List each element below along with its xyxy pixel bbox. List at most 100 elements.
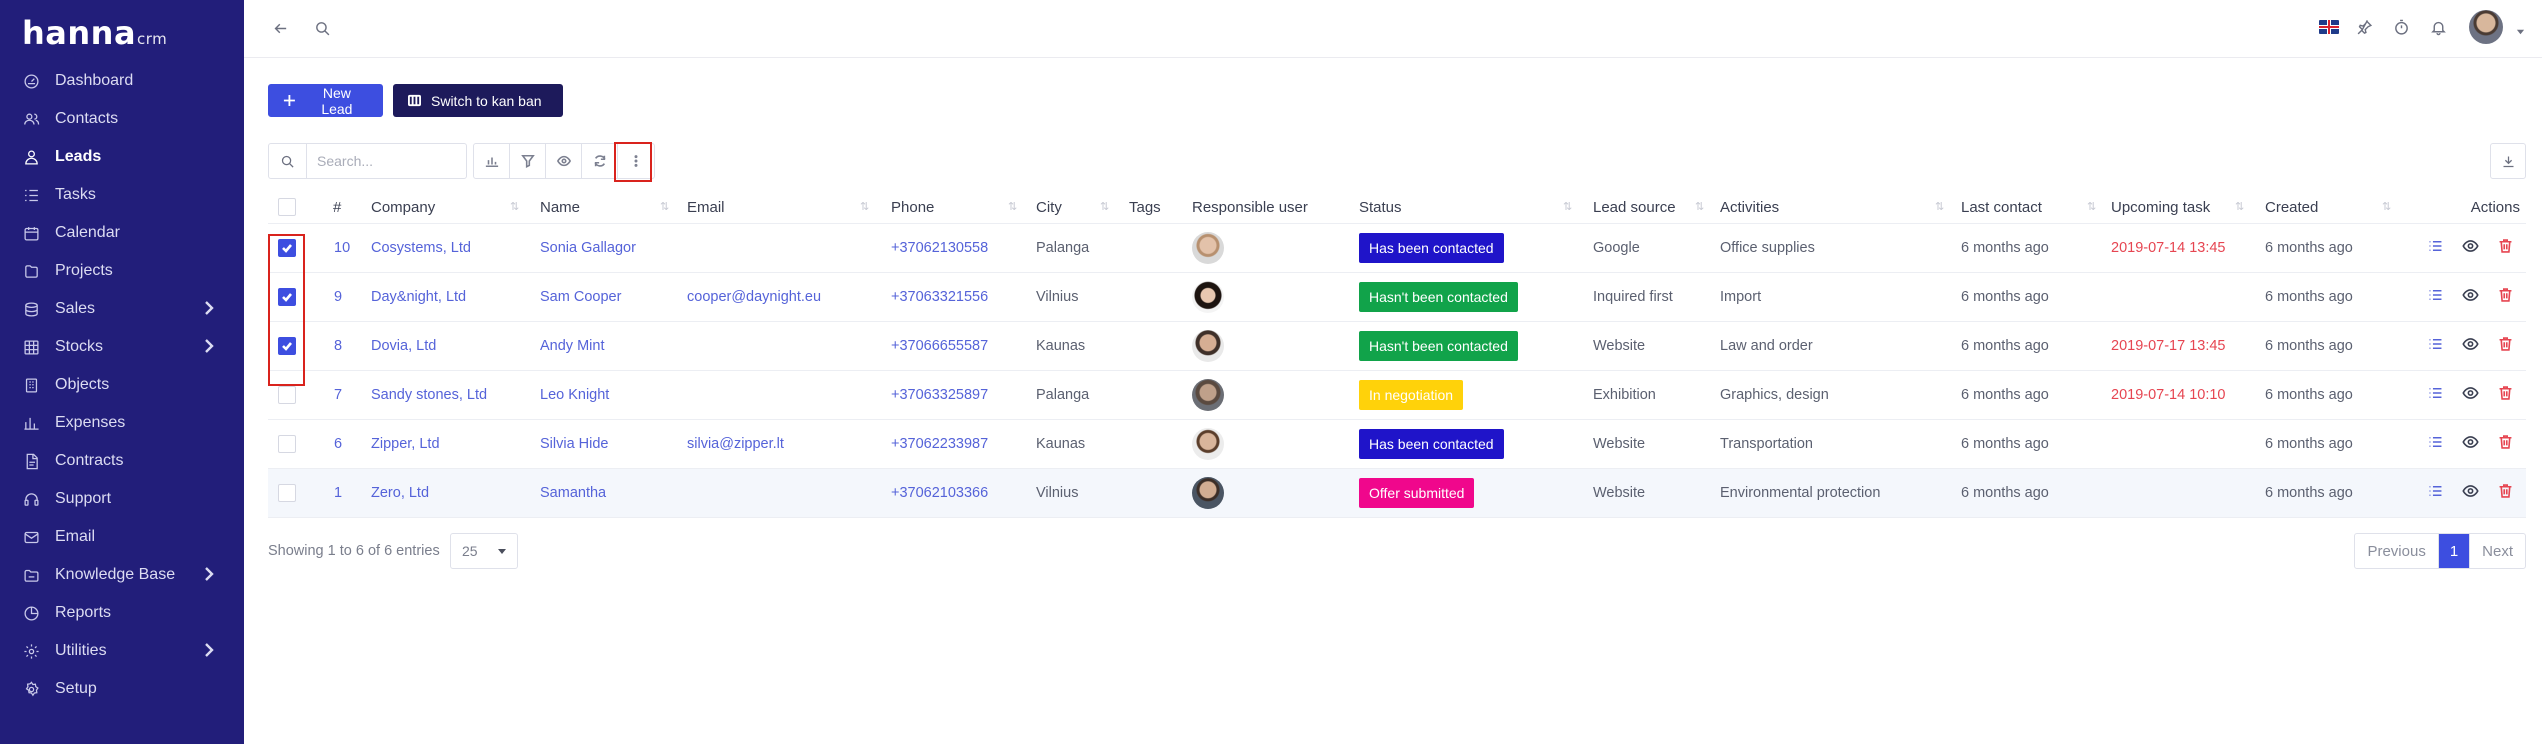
col-city[interactable]: City [1036, 199, 1062, 216]
sort-icon[interactable] [1100, 200, 1109, 213]
sidebar-item-stocks[interactable]: Stocks [0, 328, 244, 366]
view-eye-icon[interactable] [2462, 287, 2479, 308]
list-details-icon[interactable] [2427, 385, 2444, 406]
search-icon[interactable] [310, 16, 334, 40]
col-last-contact[interactable]: Last contact [1961, 199, 2042, 216]
sort-icon[interactable] [1563, 200, 1572, 213]
sort-icon[interactable] [510, 200, 519, 213]
phone-link[interactable]: +37062130558 [891, 240, 988, 256]
refresh-icon[interactable] [582, 144, 618, 178]
email-link[interactable]: cooper@daynight.eu [687, 289, 821, 305]
sort-icon[interactable] [2382, 200, 2391, 213]
new-lead-button[interactable]: New Lead [268, 84, 383, 117]
delete-trash-icon[interactable] [2497, 483, 2514, 504]
previous-page-button[interactable]: Previous [2355, 534, 2439, 568]
sort-icon[interactable] [1935, 200, 1944, 213]
row-number[interactable]: 7 [334, 387, 342, 403]
col-name[interactable]: Name [540, 199, 580, 216]
sidebar-item-knowledge-base[interactable]: Knowledge Base [0, 556, 244, 594]
col-created[interactable]: Created [2265, 199, 2318, 216]
view-eye-icon[interactable] [2462, 483, 2479, 504]
sidebar-item-calendar[interactable]: Calendar [0, 214, 244, 252]
row-checkbox[interactable] [278, 386, 296, 404]
sidebar-item-sales[interactable]: Sales [0, 290, 244, 328]
sidebar-item-dashboard[interactable]: Dashboard [0, 62, 244, 100]
chart-icon[interactable] [474, 144, 510, 178]
sidebar-item-contacts[interactable]: Contacts [0, 100, 244, 138]
col-company[interactable]: Company [371, 199, 435, 216]
table-row[interactable]: 9 Day&night, Ltd Sam Cooper cooper@daynight… [268, 273, 2526, 322]
list-details-icon[interactable] [2427, 287, 2444, 308]
delete-trash-icon[interactable] [2497, 287, 2514, 308]
col-status[interactable]: Status [1359, 199, 1402, 216]
col-phone[interactable]: Phone [891, 199, 934, 216]
sidebar-item-utilities[interactable]: Utilities [0, 632, 244, 670]
row-checkbox[interactable] [278, 484, 296, 502]
phone-link[interactable]: +37063325897 [891, 387, 988, 403]
company-link[interactable]: Cosystems, Ltd [371, 240, 471, 256]
page-size-select[interactable]: 25 [450, 533, 518, 569]
phone-link[interactable]: +37062233987 [891, 436, 988, 452]
delete-trash-icon[interactable] [2497, 385, 2514, 406]
name-link[interactable]: Andy Mint [540, 338, 604, 354]
switch-kanban-button[interactable]: Switch to kan ban [393, 84, 563, 117]
pin-icon[interactable] [2352, 15, 2376, 39]
name-link[interactable]: Sonia Gallagor [540, 240, 636, 256]
company-link[interactable]: Day&night, Ltd [371, 289, 466, 305]
col-num[interactable]: # [333, 199, 341, 216]
download-icon[interactable] [2490, 143, 2526, 179]
row-number[interactable]: 1 [334, 485, 342, 501]
delete-trash-icon[interactable] [2497, 238, 2514, 259]
sort-icon[interactable] [860, 200, 869, 213]
table-row[interactable]: 6 Zipper, Ltd Silvia Hide silvia@zipper.lt +… [268, 420, 2526, 469]
sidebar-item-tasks[interactable]: Tasks [0, 176, 244, 214]
view-eye-icon[interactable] [2462, 336, 2479, 357]
sidebar-item-projects[interactable]: Projects [0, 252, 244, 290]
row-number[interactable]: 9 [334, 289, 342, 305]
app-logo[interactable]: hannacrm [0, 0, 244, 56]
sort-icon[interactable] [660, 200, 669, 213]
col-activities[interactable]: Activities [1720, 199, 1779, 216]
next-page-button[interactable]: Next [2470, 534, 2525, 568]
company-link[interactable]: Sandy stones, Ltd [371, 387, 487, 403]
company-link[interactable]: Zero, Ltd [371, 485, 429, 501]
sidebar-item-contracts[interactable]: Contracts [0, 442, 244, 480]
list-details-icon[interactable] [2427, 434, 2444, 455]
uk-flag-icon[interactable] [2319, 20, 2339, 34]
delete-trash-icon[interactable] [2497, 336, 2514, 357]
sidebar-item-leads[interactable]: Leads [0, 138, 244, 176]
filter-icon[interactable] [510, 144, 546, 178]
chevron-down-icon[interactable] [2516, 23, 2525, 35]
list-details-icon[interactable] [2427, 336, 2444, 357]
name-link[interactable]: Samantha [540, 485, 606, 501]
phone-link[interactable]: +37063321556 [891, 289, 988, 305]
eye-icon[interactable] [546, 144, 582, 178]
back-arrow-icon[interactable] [268, 16, 292, 40]
sidebar-item-setup[interactable]: Setup [0, 670, 244, 708]
row-number[interactable]: 10 [334, 240, 350, 256]
list-details-icon[interactable] [2427, 238, 2444, 259]
col-upcoming[interactable]: Upcoming task [2111, 199, 2210, 216]
email-link[interactable]: silvia@zipper.lt [687, 436, 784, 452]
sidebar-item-expenses[interactable]: Expenses [0, 404, 244, 442]
phone-link[interactable]: +37066655587 [891, 338, 988, 354]
sidebar-item-support[interactable]: Support [0, 480, 244, 518]
name-link[interactable]: Silvia Hide [540, 436, 609, 452]
table-row[interactable]: 7 Sandy stones, Ltd Leo Knight +37063325897… [268, 371, 2526, 420]
phone-link[interactable]: +37062103366 [891, 485, 988, 501]
sort-icon[interactable] [2235, 200, 2244, 213]
table-row[interactable]: 10 Cosystems, Ltd Sonia Gallagor +370621305… [268, 224, 2526, 273]
user-avatar[interactable] [2469, 10, 2503, 44]
table-row[interactable]: 1 Zero, Ltd Samantha +37062103366 Vilnius Off… [268, 469, 2526, 518]
page-1-button[interactable]: 1 [2438, 534, 2471, 568]
view-eye-icon[interactable] [2462, 434, 2479, 455]
name-link[interactable]: Leo Knight [540, 387, 609, 403]
company-link[interactable]: Zipper, Ltd [371, 436, 440, 452]
delete-trash-icon[interactable] [2497, 434, 2514, 455]
view-eye-icon[interactable] [2462, 385, 2479, 406]
sort-icon[interactable] [1695, 200, 1704, 213]
col-email[interactable]: Email [687, 199, 725, 216]
sort-icon[interactable] [1008, 200, 1017, 213]
bell-icon[interactable] [2426, 15, 2450, 39]
table-row[interactable]: 8 Dovia, Ltd Andy Mint +37066655587 Kaunas Ha… [268, 322, 2526, 371]
